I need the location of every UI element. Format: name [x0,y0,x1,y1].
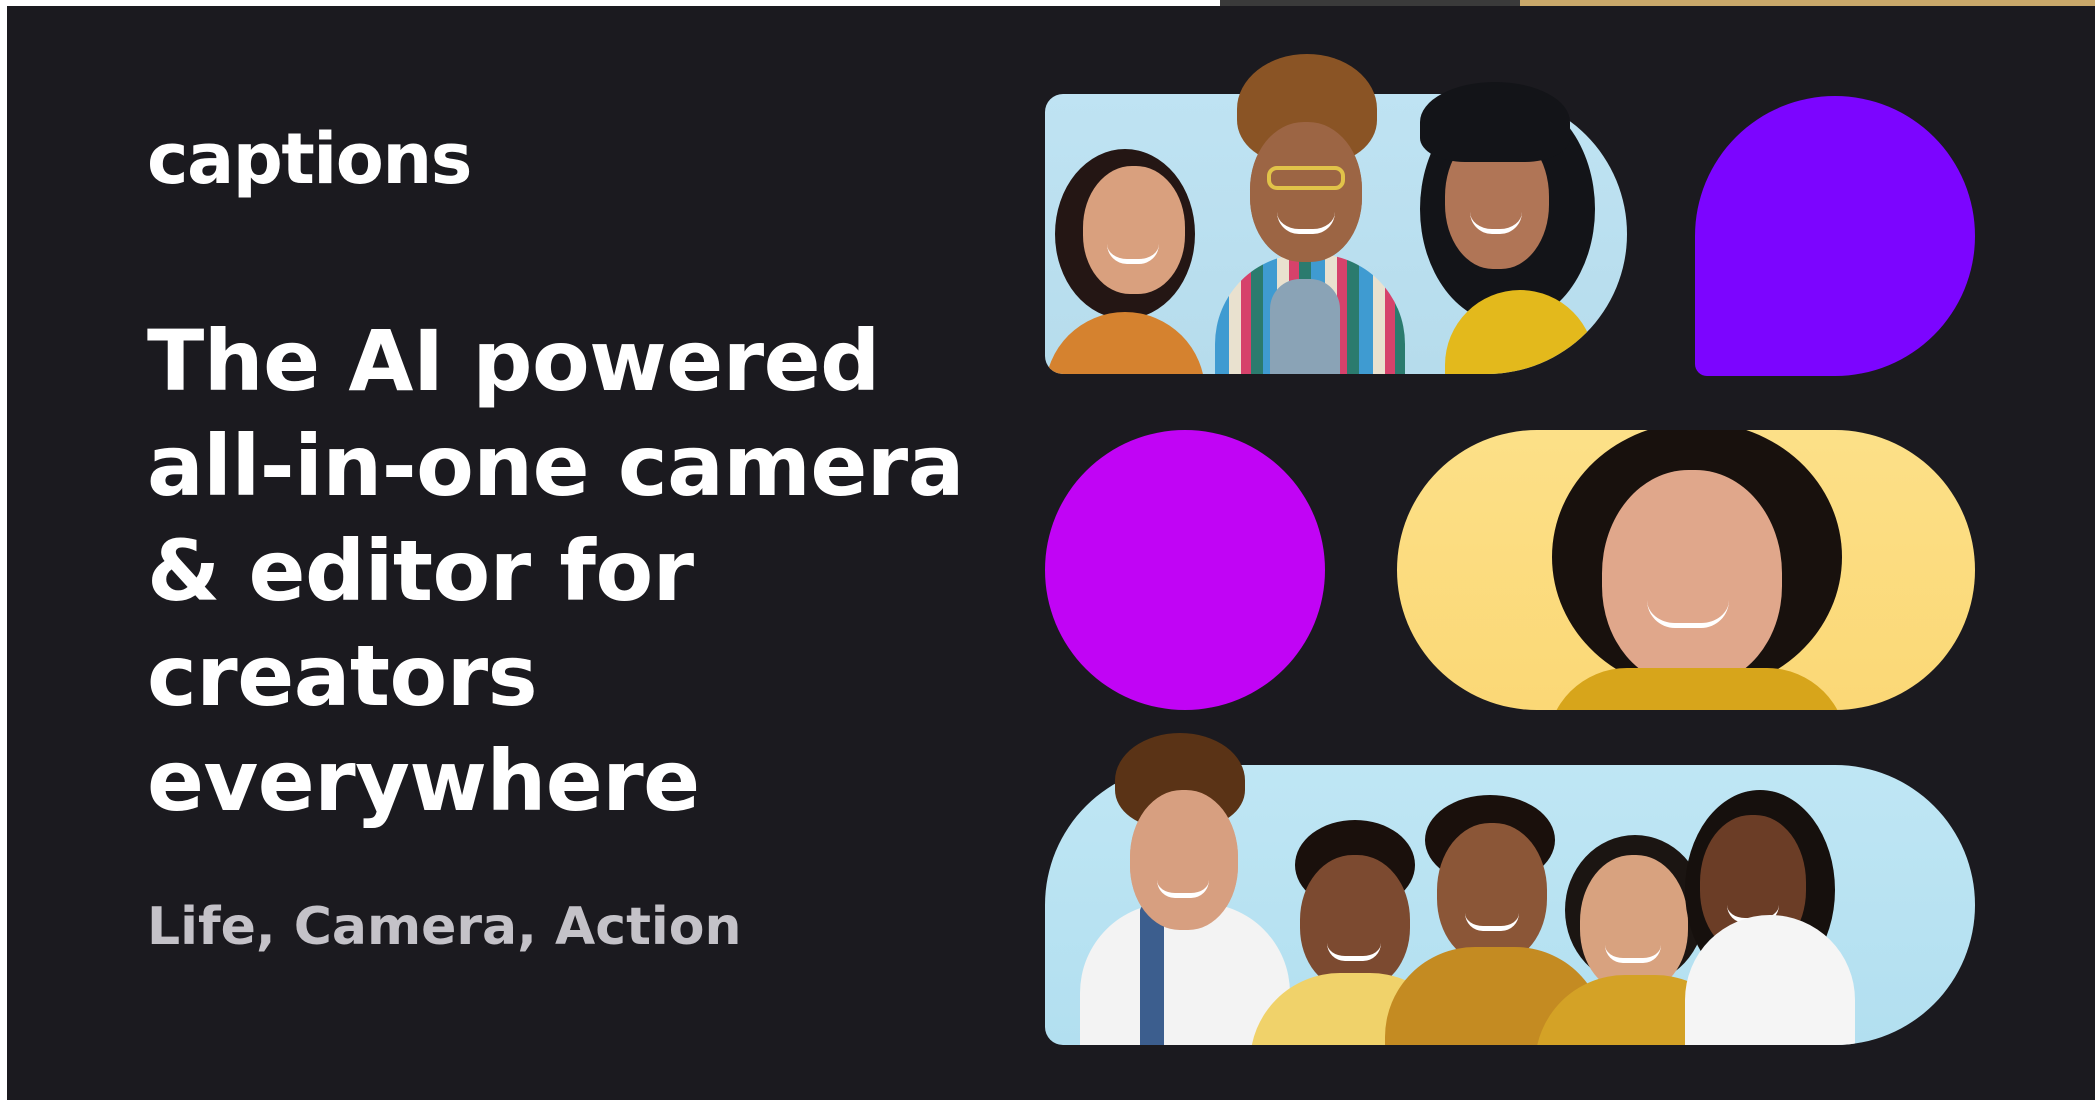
group-of-three-friends-photo [1045,54,1627,374]
hero-headline: The AI powered all-in-one camera & edito… [147,309,1007,834]
captions-logo[interactable]: captions [147,124,472,194]
group-of-five-friends-photo [1045,733,1975,1045]
headline-line: all-in-one camera [147,417,964,515]
face-overlay [1250,122,1362,262]
hero-tagline: Life, Camera, Action [147,897,742,957]
hero-banner: captions The AI powered all-in-one camer… [7,6,2095,1100]
headline-line: The AI powered [147,312,880,410]
magenta-circle-shape [1045,430,1325,710]
headline-line: & editor for [147,522,694,620]
purple-speech-bubble-shape [1695,96,1975,376]
hair-overflow [1420,82,1570,162]
headline-line: creators [147,627,538,725]
headline-line: everywhere [147,732,700,830]
face-overlay [1130,790,1238,930]
glasses [1267,166,1345,190]
smiling-young-man-portrait-photo [1397,430,1975,710]
